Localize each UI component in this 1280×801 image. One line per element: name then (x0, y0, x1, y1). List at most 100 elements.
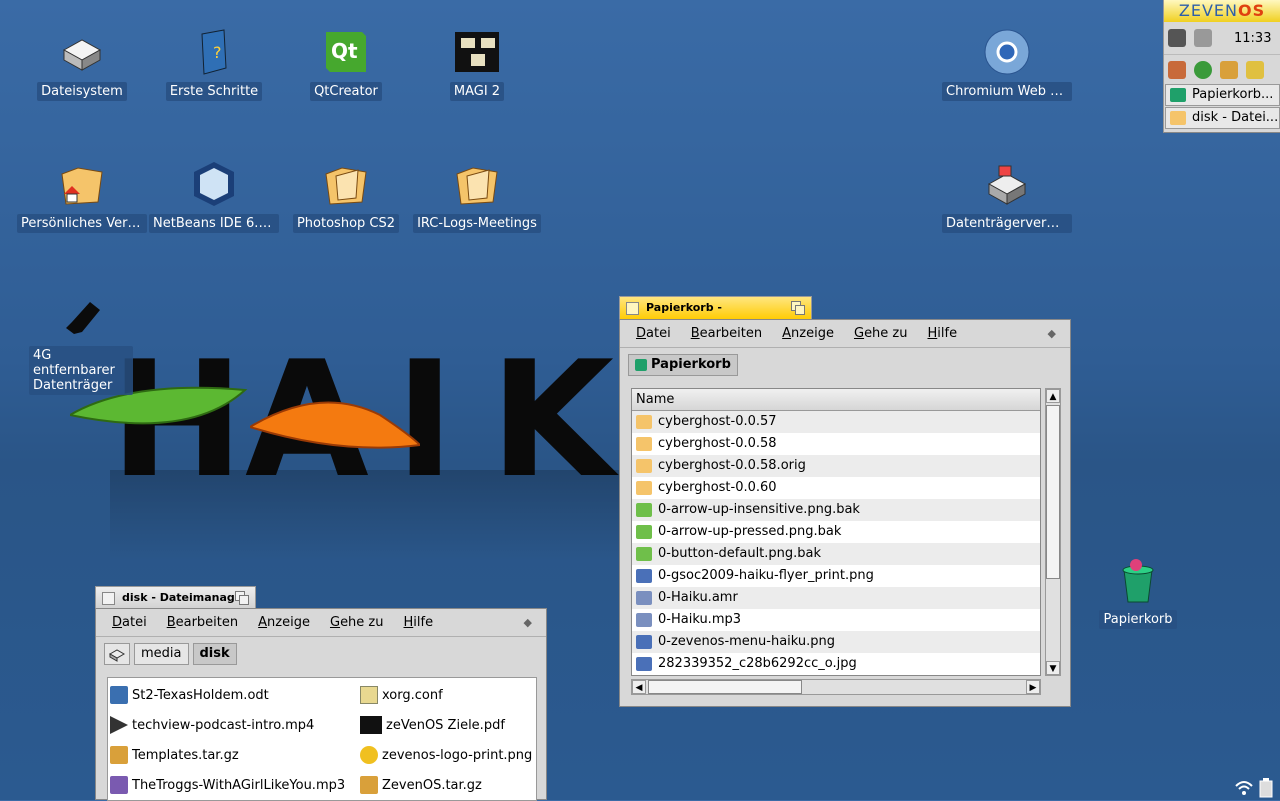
desktop-icon-usb-drive[interactable]: 4G entfernbarer Datenträger (17, 292, 147, 399)
book-icon: ? (201, 29, 227, 75)
menu-grip-icon[interactable]: ◆ (1048, 327, 1056, 340)
trash-window-tab[interactable]: Papierkorb - Dateimanager (619, 296, 812, 336)
file-item[interactable]: St2-TexasHoldem.odt (110, 682, 269, 708)
task-disk[interactable]: disk - Datei... (1165, 107, 1280, 129)
zevenos-menu-button[interactable]: ZEVENOS (1164, 0, 1280, 22)
clock[interactable]: 11:33 (1234, 31, 1271, 46)
file-row[interactable]: cyberghost-0.0.58.orig (632, 455, 1040, 477)
close-button[interactable] (626, 302, 639, 315)
desktop-icon-chromium[interactable]: Chromium Web B... (942, 28, 1072, 105)
file-row[interactable]: 0-Haiku.mp3 (632, 609, 1040, 631)
file-row[interactable]: 0-zevenos-menu-haiku.png (632, 631, 1040, 653)
desktop-icon-first-steps[interactable]: ? Erste Schritte (149, 28, 279, 105)
file-item[interactable]: xorg.conf (360, 682, 443, 708)
menu-datei[interactable]: Datei (102, 615, 157, 630)
file-row[interactable]: 0-button-default.png.bak (632, 543, 1040, 565)
menu-anzeige[interactable]: Anzeige (248, 615, 320, 630)
people-icon[interactable] (1168, 60, 1186, 79)
file-row[interactable]: 0-arrow-up-insensitive.png.bak (632, 499, 1040, 521)
image-file-icon (636, 635, 652, 649)
archive-icon (110, 746, 128, 764)
desktop-icon-label: 4G entfernbarer Datenträger (29, 346, 133, 395)
scroll-left-icon[interactable]: ◀ (632, 680, 646, 694)
menu-datei[interactable]: Datei (626, 326, 681, 341)
menu-bearbeiten[interactable]: Bearbeiten (681, 326, 772, 341)
image-file-icon (360, 746, 378, 764)
globe-icon[interactable] (1194, 60, 1212, 79)
scroll-up-icon[interactable]: ▲ (1046, 389, 1060, 403)
desktop-icon-label: Papierkorb (1099, 610, 1177, 629)
crumb-disk[interactable]: disk (192, 643, 237, 665)
file-name: 0-arrow-up-pressed.png.bak (658, 524, 842, 539)
file-row[interactable]: 0-arrow-up-pressed.png.bak (632, 521, 1040, 543)
desktop-icon-label: Erste Schritte (165, 82, 263, 101)
menu-bar: Datei Bearbeiten Anzeige Gehe zu Hilfe ◆ (96, 609, 546, 637)
location-bar: Papierkorb (620, 348, 1070, 382)
task-trash[interactable]: Papierkorb... (1165, 84, 1280, 106)
magi-app-icon (455, 32, 499, 72)
deskbar: ZEVENOS 11:33 Papierkorb... disk - Datei… (1163, 0, 1280, 133)
file-row[interactable]: 282339352_c28b6292cc_o.jpg (632, 653, 1040, 675)
desktop-icon-home[interactable]: Persönliches Verz... (17, 160, 147, 237)
zoom-button[interactable] (235, 591, 249, 605)
crumb-trash[interactable]: Papierkorb (628, 354, 738, 376)
scroll-right-icon[interactable]: ▶ (1026, 680, 1040, 694)
desktop-icon-magi2[interactable]: MAGI 2 (412, 28, 542, 105)
close-button[interactable] (102, 592, 115, 605)
crumb-root[interactable] (104, 643, 130, 665)
scroll-thumb[interactable] (648, 680, 802, 694)
desktop-icon-netbeans[interactable]: NetBeans IDE 6.5.1 (149, 160, 279, 237)
file-item[interactable]: Templates.tar.gz (110, 742, 239, 768)
menu-grip-icon[interactable]: ◆ (524, 616, 532, 629)
window-title: disk - Dateimanager (122, 591, 248, 604)
network-icon[interactable] (1194, 29, 1212, 47)
generic-file-icon (636, 525, 652, 539)
desktop-icon-irc-logs[interactable]: IRC-Logs-Meetings (412, 160, 542, 237)
scroll-down-icon[interactable]: ▼ (1046, 661, 1060, 675)
menu-anzeige[interactable]: Anzeige (772, 326, 844, 341)
file-item[interactable]: zeVenOS Ziele.pdf (360, 712, 505, 738)
zoom-button[interactable] (791, 301, 805, 315)
menu-gehe-zu[interactable]: Gehe zu (320, 615, 394, 630)
menu-hilfe[interactable]: Hilfe (918, 326, 968, 341)
file-item[interactable]: ZevenOS.tar.gz (360, 772, 482, 798)
crumb-media[interactable]: media (134, 643, 189, 665)
usb-drive-icon (66, 302, 100, 334)
disk-window-tab[interactable]: disk - Dateimanager (95, 586, 256, 610)
file-item[interactable]: techview-podcast-intro.mp4 (110, 712, 314, 738)
vertical-scrollbar[interactable]: ▲ ▼ (1045, 388, 1061, 676)
wand-icon[interactable] (1246, 60, 1264, 79)
battery-icon[interactable] (1258, 778, 1274, 798)
file-row[interactable]: 0-gsoc2009-haiku-flyer_print.png (632, 565, 1040, 587)
horizontal-scrollbar[interactable]: ◀ ▶ (631, 679, 1041, 695)
scroll-thumb[interactable] (1046, 405, 1060, 579)
logo-text-os: OS (1237, 1, 1266, 20)
desktop-icon-label: Persönliches Verz... (17, 214, 147, 233)
column-header-name[interactable]: Name (632, 389, 1040, 411)
image-file-icon (636, 569, 652, 583)
desktop-icon-label: MAGI 2 (449, 82, 505, 101)
wifi-icon[interactable] (1234, 780, 1254, 796)
task-label: Papierkorb... (1192, 87, 1274, 102)
desktop-icon-qtcreator[interactable]: Qt QtCreator (281, 28, 411, 105)
file-name: 0-arrow-up-insensitive.png.bak (658, 502, 860, 517)
harddisk-icon[interactable] (1168, 29, 1186, 47)
desktop-icon-photoshop[interactable]: Photoshop CS2 (281, 160, 411, 237)
desktop-icon-label: Chromium Web B... (942, 82, 1072, 101)
file-item[interactable]: zevenos-logo-print.png (360, 742, 532, 768)
menu-hilfe[interactable]: Hilfe (394, 615, 444, 630)
menu-gehe-zu[interactable]: Gehe zu (844, 326, 918, 341)
desktop-icon-trash[interactable]: Papierkorb (1073, 556, 1203, 633)
file-row[interactable]: 0-Haiku.amr (632, 587, 1040, 609)
audio-file-icon (110, 776, 128, 794)
package-icon[interactable] (1220, 60, 1238, 79)
task-label: disk - Datei... (1192, 110, 1279, 125)
drive-setup-icon (987, 165, 1027, 205)
menu-bearbeiten[interactable]: Bearbeiten (157, 615, 248, 630)
file-item[interactable]: TheTroggs-WithAGirlLikeYou.mp3 (110, 772, 345, 798)
desktop-icon-filesystem[interactable]: Dateisystem (17, 28, 147, 105)
desktop-icon-drive-setup[interactable]: Datenträgerverw... (942, 160, 1072, 237)
file-row[interactable]: cyberghost-0.0.58 (632, 433, 1040, 455)
file-row[interactable]: cyberghost-0.0.57 (632, 411, 1040, 433)
file-row[interactable]: cyberghost-0.0.60 (632, 477, 1040, 499)
